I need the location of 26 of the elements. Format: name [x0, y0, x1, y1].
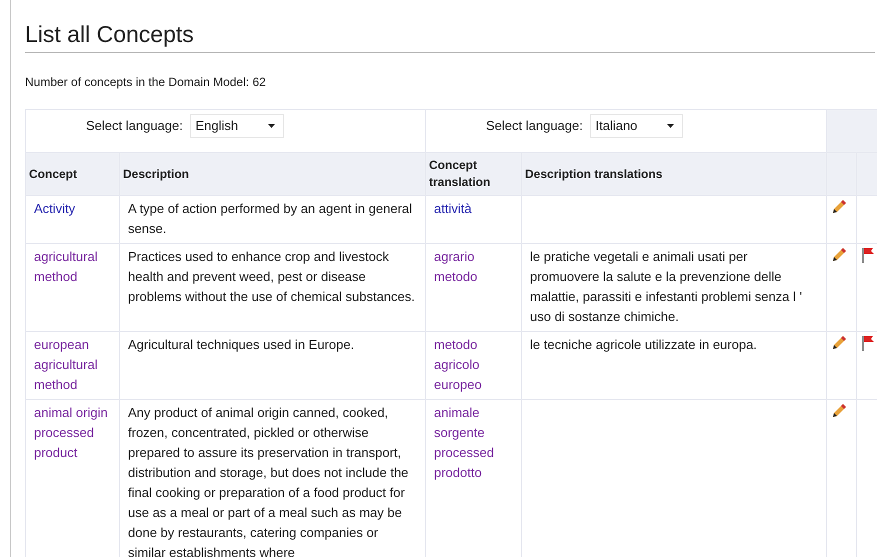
- description-translation: le tecniche agricole utilizzate in europa.: [530, 337, 757, 352]
- column-header: Concept translation: [426, 152, 522, 196]
- language-select[interactable]: English: [190, 114, 284, 138]
- page-title: List all Concepts: [25, 0, 875, 53]
- pencil-icon[interactable]: [831, 403, 847, 419]
- caret-icon: [268, 124, 276, 128]
- column-header: Description: [120, 152, 426, 196]
- pencil-icon[interactable]: [831, 247, 847, 263]
- column-header: Description translations: [522, 152, 826, 196]
- concept-link[interactable]: Activity: [34, 199, 76, 219]
- column-header: Concept: [26, 152, 120, 196]
- concept-count: Number of concepts in the Domain Model: 62: [25, 75, 267, 89]
- caret-icon: [667, 124, 674, 128]
- flag-icon[interactable]: [861, 335, 875, 351]
- description-text: A type of action performed by an agent in general sense.: [128, 201, 412, 236]
- pencil-icon[interactable]: [831, 335, 847, 351]
- language-label: Select language:: [486, 118, 583, 133]
- language-select[interactable]: Italiano: [590, 114, 684, 138]
- flag-icon[interactable]: [861, 247, 875, 263]
- description-text: Any product of animal origin canned, cooked, frozen, concentrated, pickled or otherwise prepared to assure its preservation in transport, distribution and storage, but does not include the final cooking or preparation of a food product for use as a meal or part of a meal such as may be done by restaurants, catering companies or similar establishments where: [128, 405, 408, 557]
- pencil-icon[interactable]: [831, 199, 847, 215]
- description-text: Practices used to enhance crop and livestock health and prevent weed, pest or disease problems without the use of chemical substances.: [128, 249, 415, 304]
- description-translation: le pratiche vegetali e animali usati per promuovere la salute e la prevenzione delle malattie, parassiti e infestanti problemi senza l ' uso di sostanze chimiche.: [530, 249, 802, 324]
- language-label: Select language:: [86, 118, 183, 133]
- description-text: Agricultural techniques used in Europe.: [128, 337, 354, 352]
- translation-link[interactable]: attività: [434, 199, 472, 219]
